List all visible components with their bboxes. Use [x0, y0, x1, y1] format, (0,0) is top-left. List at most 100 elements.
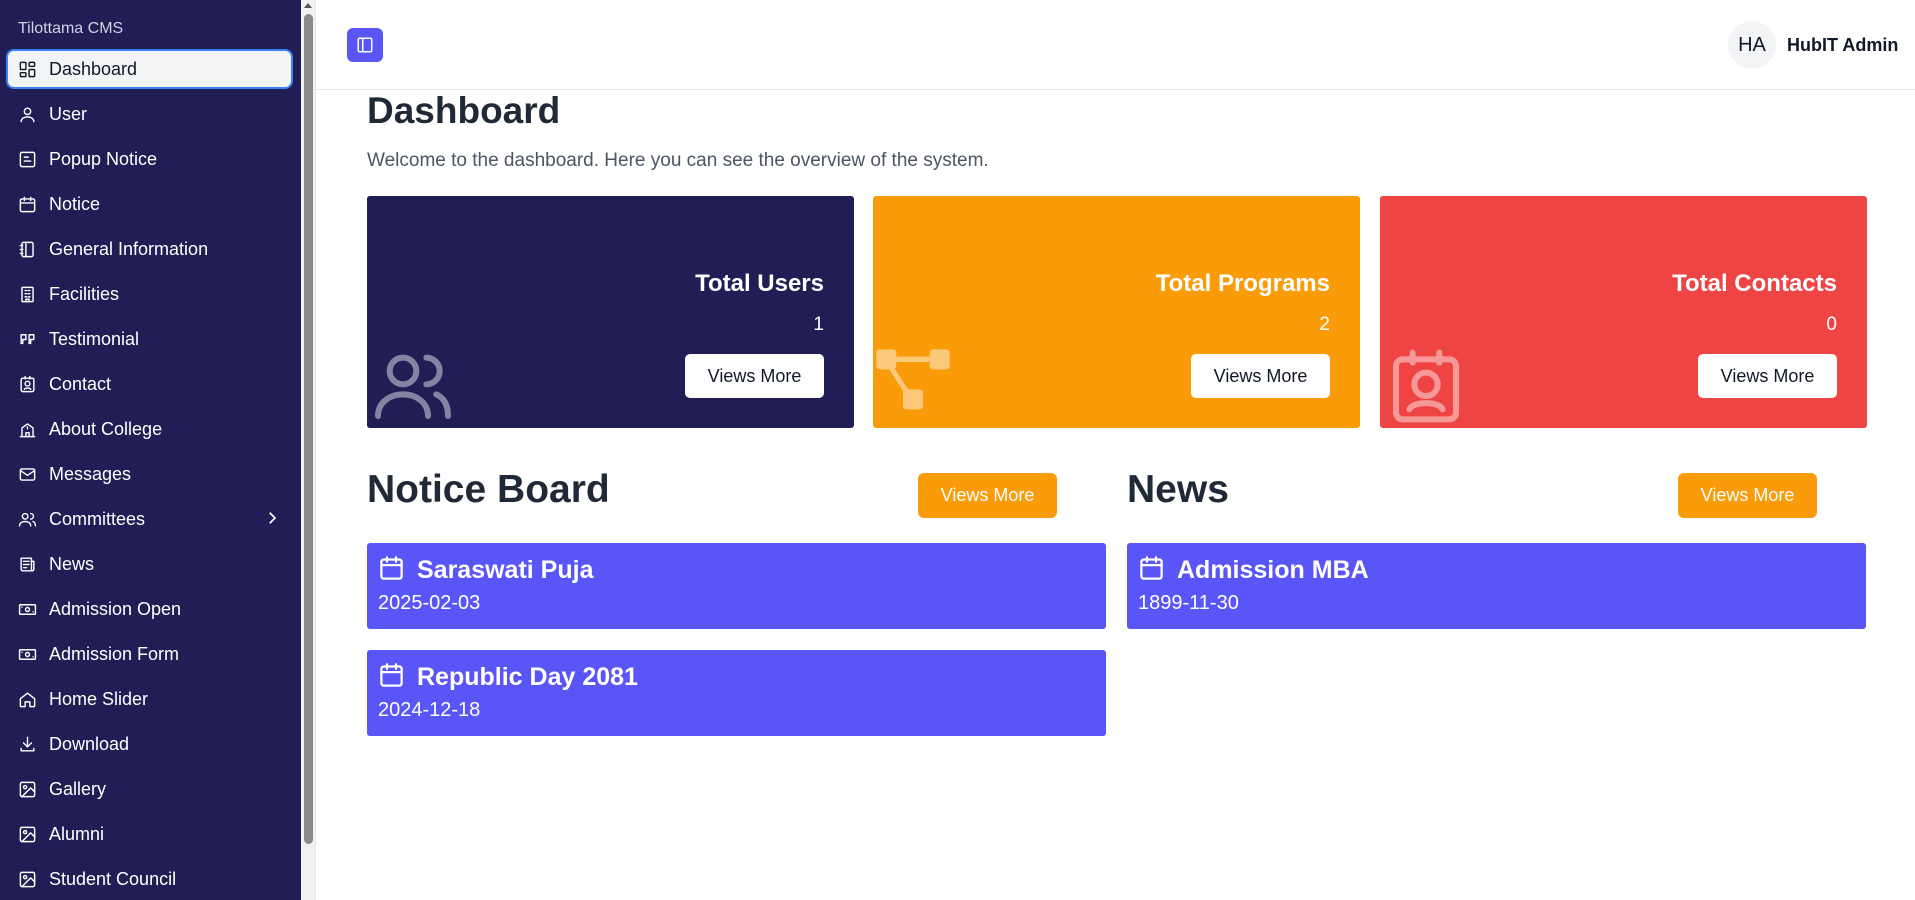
sidebar-item-label: Download	[49, 733, 130, 754]
chevron-right-icon[interactable]	[263, 509, 281, 527]
calendar-icon	[17, 194, 37, 214]
sidebar-item-about-college[interactable]: About College	[6, 409, 293, 449]
contact-icon	[1386, 346, 1466, 426]
sidebar-item-testimonial[interactable]: Testimonial	[6, 319, 293, 359]
views-more-button[interactable]: Views More	[1698, 354, 1837, 398]
top-header: HA HubIT Admin	[316, 0, 1915, 90]
news-item-title: Admission MBA	[1177, 556, 1369, 584]
panel-left-icon	[357, 37, 373, 53]
total-users-card: Total Users 1 Views More	[367, 196, 854, 428]
users-icon	[373, 346, 453, 426]
page-title: Dashboard	[367, 90, 561, 131]
views-more-button[interactable]: Views More	[685, 354, 824, 398]
brand-name: Tilottama CMS	[18, 20, 124, 37]
sidebar-item-label: Testimonial	[49, 328, 140, 349]
sidebar-item-popup-notice[interactable]: Popup Notice	[6, 139, 293, 179]
sidebar-item-label: Messages	[49, 463, 132, 484]
banknote-icon	[17, 644, 37, 664]
scrollbar-thumb[interactable]	[304, 14, 313, 844]
sidebar-item-dashboard[interactable]: Dashboard	[6, 49, 293, 89]
building-icon	[17, 284, 37, 304]
news-title: News	[1127, 468, 1229, 511]
workflow-icon	[873, 346, 953, 426]
sidebar-toggle-button[interactable]	[347, 28, 383, 62]
contact-icon	[17, 374, 37, 394]
sidebar-item-label: Dashboard	[49, 58, 138, 79]
notice-views-more-button[interactable]: Views More	[918, 473, 1057, 518]
sidebar-item-messages[interactable]: Messages	[6, 454, 293, 494]
sidebar-item-label: Gallery	[49, 778, 107, 799]
notice-item[interactable]: Republic Day 2081 2024-12-18	[367, 650, 1106, 736]
popup-icon	[17, 149, 37, 169]
sidebar-item-label: User	[49, 103, 88, 124]
user-name[interactable]: HubIT Admin	[1787, 35, 1898, 56]
notice-board-title: Notice Board	[367, 468, 610, 511]
news-item[interactable]: Admission MBA 1899-11-30	[1127, 543, 1866, 629]
sidebar-item-label: Admission Open	[49, 598, 182, 619]
views-more-button[interactable]: Views More	[1191, 354, 1330, 398]
avatar[interactable]: HA	[1728, 21, 1776, 69]
image-icon	[17, 779, 37, 799]
calendar-icon	[1138, 555, 1165, 582]
sidebar-item-contact[interactable]: Contact	[6, 364, 293, 404]
notice-date: 2025-02-03	[378, 592, 481, 614]
notice-title: Saraswati Puja	[417, 556, 594, 584]
news-views-more-button[interactable]: Views More	[1678, 473, 1817, 518]
sidebar-item-home-slider[interactable]: Home Slider	[6, 679, 293, 719]
sidebar-item-label: News	[49, 553, 95, 574]
news-item-date: 1899-11-30	[1138, 592, 1239, 614]
dashboard-icon	[17, 59, 37, 79]
sidebar-item-committees[interactable]: Committees	[6, 499, 293, 539]
sidebar-item-label: Alumni	[49, 823, 105, 844]
sidebar-item-download[interactable]: Download	[6, 724, 293, 764]
users-icon	[17, 509, 37, 529]
notebook-icon	[17, 239, 37, 259]
sidebar-item-news[interactable]: News	[6, 544, 293, 584]
sidebar-item-admission-form[interactable]: Admission Form	[6, 634, 293, 674]
calendar-icon	[378, 662, 405, 689]
sidebar-item-alumni[interactable]: Alumni	[6, 814, 293, 854]
sidebar-item-admission-open[interactable]: Admission Open	[6, 589, 293, 629]
sidebar-item-label: Home Slider	[49, 688, 149, 709]
user-icon	[17, 104, 37, 124]
sidebar-item-gallery[interactable]: Gallery	[6, 769, 293, 809]
sidebar-nav: Dashboard User Popup Notice Notice Gener…	[6, 49, 293, 900]
page-subtitle: Welcome to the dashboard. Here you can s…	[367, 150, 989, 171]
card-value: 0	[1826, 314, 1837, 335]
sidebar-item-notice[interactable]: Notice	[6, 184, 293, 224]
card-value: 2	[1319, 314, 1330, 335]
sidebar-item-label: Admission Form	[49, 643, 180, 664]
notice-date: 2024-12-18	[378, 699, 481, 721]
sidebar-item-facilities[interactable]: Facilities	[6, 274, 293, 314]
sidebar-item-user[interactable]: User	[6, 94, 293, 134]
sidebar: Tilottama CMS Dashboard User Popup Notic…	[0, 0, 301, 900]
download-icon	[17, 734, 37, 754]
sidebar-item-label: General Information	[49, 238, 209, 259]
sidebar-item-student-council[interactable]: Student Council	[6, 859, 293, 899]
sidebar-item-label: Notice	[49, 193, 101, 214]
image-icon	[17, 824, 37, 844]
notice-title: Republic Day 2081	[417, 663, 638, 691]
card-title: Total Contacts	[1672, 270, 1837, 297]
home-icon	[17, 689, 37, 709]
notice-item[interactable]: Saraswati Puja 2025-02-03	[367, 543, 1106, 629]
sidebar-item-label: Committees	[49, 508, 146, 529]
sidebar-item-label: Facilities	[49, 283, 120, 304]
mail-icon	[17, 464, 37, 484]
card-title: Total Users	[695, 270, 824, 297]
sidebar-item-general-information[interactable]: General Information	[6, 229, 293, 269]
total-contacts-card: Total Contacts 0 Views More	[1380, 196, 1867, 428]
calendar-icon	[378, 555, 405, 582]
quote-icon	[17, 329, 37, 349]
image-icon	[17, 869, 37, 889]
scroll-up-arrow-icon[interactable]	[304, 3, 312, 8]
sidebar-item-label: About College	[49, 418, 163, 439]
sidebar-item-label: Popup Notice	[49, 148, 158, 169]
card-title: Total Programs	[1155, 270, 1330, 297]
school-icon	[17, 419, 37, 439]
sidebar-item-label: Student Council	[49, 868, 177, 889]
banknote-icon	[17, 599, 37, 619]
sidebar-scrollbar[interactable]	[301, 0, 316, 900]
sidebar-item-label: Contact	[49, 373, 112, 394]
card-value: 1	[813, 314, 824, 335]
